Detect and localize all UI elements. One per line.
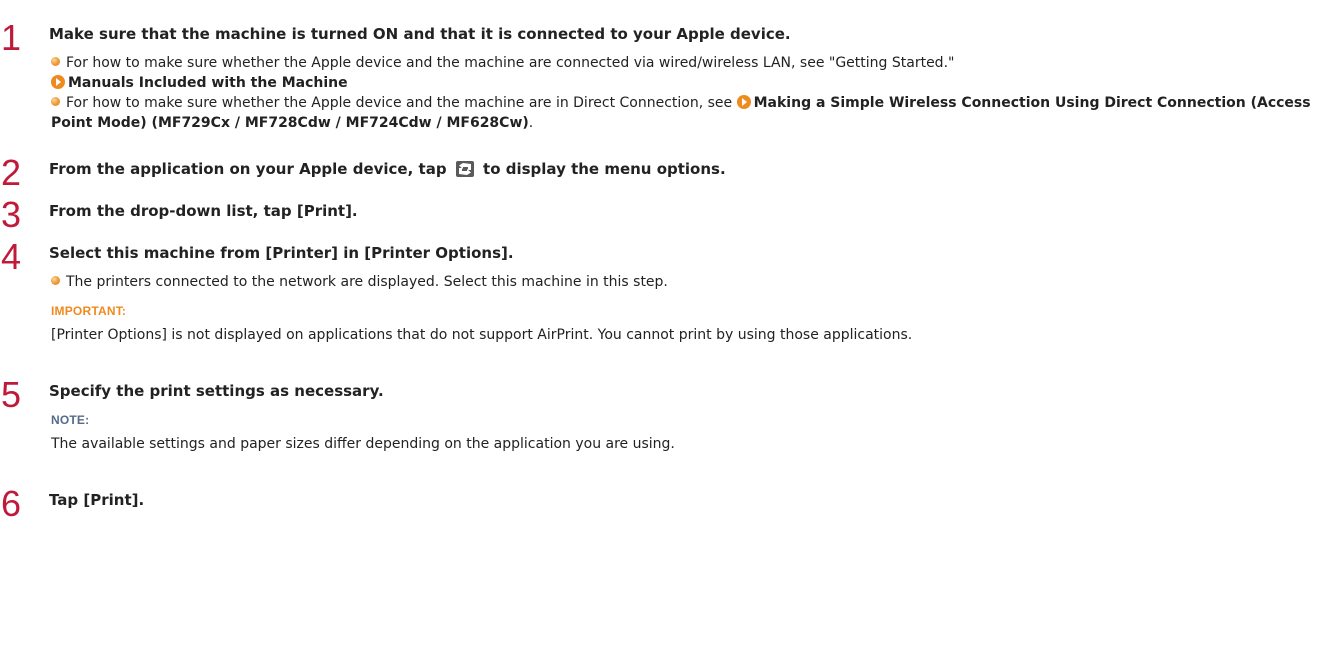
important-heading: IMPORTANT: <box>51 304 127 318</box>
step-number: 6 <box>1 483 22 524</box>
bullet-dot-icon <box>51 57 60 66</box>
step-number: 4 <box>1 236 22 277</box>
step-number: 3 <box>1 194 22 235</box>
bullet-text: For how to make sure whether the Apple d… <box>66 95 733 111</box>
bullet-dot-icon <box>51 97 60 106</box>
step-bullet: For how to make sure whether the Apple d… <box>51 53 1341 93</box>
manuals-link[interactable]: Manuals Included with the Machine <box>51 75 348 91</box>
link-arrow-icon <box>51 75 65 89</box>
step-bullet: For how to make sure whether the Apple d… <box>51 95 1311 131</box>
bullet-dot-icon <box>51 276 60 285</box>
step-title: Specify the print settings as necessary. <box>49 382 384 400</box>
step-title: From the drop-down list, tap [Print]. <box>49 202 358 220</box>
important-text: [Printer Options] is not displayed on ap… <box>51 327 913 343</box>
step-number: 2 <box>1 152 22 193</box>
share-menu-icon <box>455 161 474 177</box>
bullet-text: The printers connected to the network ar… <box>66 274 668 290</box>
step-bullet: The printers connected to the network ar… <box>51 272 1341 292</box>
note-heading: NOTE: <box>51 413 90 427</box>
step-title: From the application on your Apple devic… <box>49 160 726 178</box>
step-title: Tap [Print]. <box>49 491 145 509</box>
step-title: Select this machine from [Printer] in [P… <box>49 244 514 262</box>
step-number: 5 <box>1 374 22 415</box>
step-number: 1 <box>1 17 22 58</box>
note-text: The available settings and paper sizes d… <box>51 436 675 452</box>
link-arrow-icon <box>736 95 751 109</box>
step-title: Make sure that the machine is turned ON … <box>49 25 791 43</box>
bullet-text: For how to make sure whether the Apple d… <box>66 55 955 71</box>
